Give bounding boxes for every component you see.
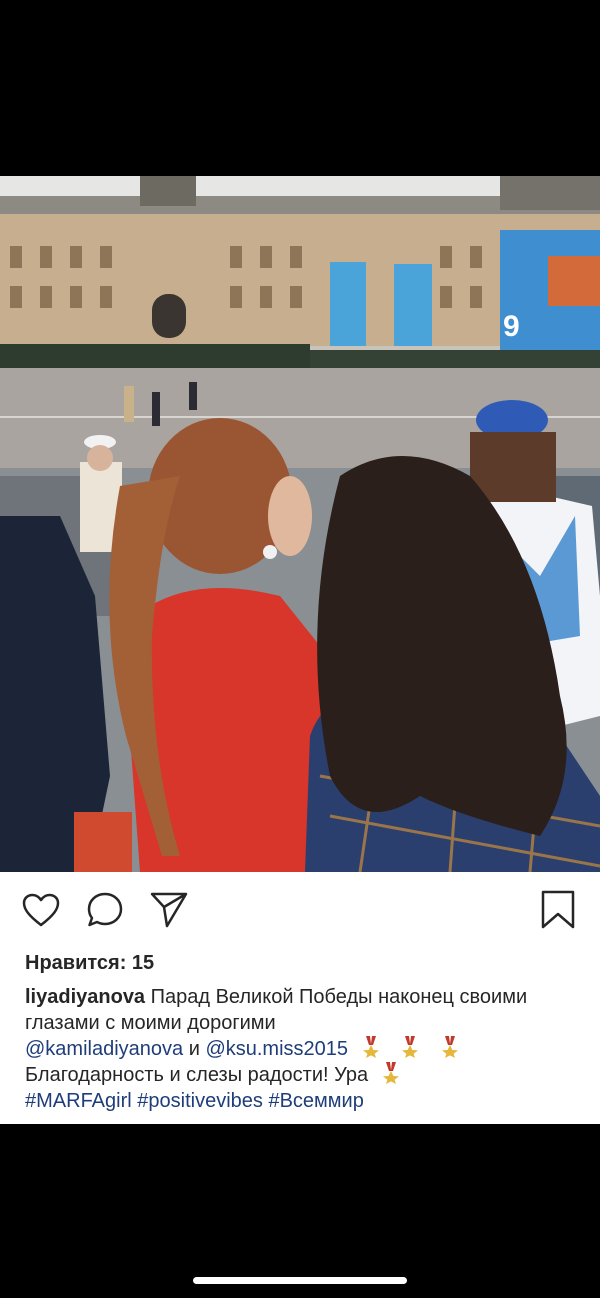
medal-icon [402, 1036, 419, 1058]
caption-conj: и [183, 1038, 206, 1060]
caption-username[interactable]: liyadiyanova [25, 986, 145, 1008]
hashtag-link-3[interactable]: #Всеммир [268, 1090, 363, 1112]
medal-icon [362, 1036, 379, 1058]
mention-link-2[interactable]: @ksu.miss2015 [205, 1038, 348, 1060]
medal-icon [382, 1062, 399, 1084]
heart-icon [22, 893, 60, 927]
likes-count[interactable]: Нравится: 15 [25, 952, 154, 975]
bookmark-icon [541, 890, 575, 929]
post-photo[interactable]: 9 [0, 176, 600, 872]
save-button[interactable] [538, 890, 578, 930]
medal-icon [441, 1036, 458, 1058]
hashtag-link-2[interactable]: #positivevibes [137, 1090, 263, 1112]
home-indicator[interactable] [193, 1277, 407, 1284]
send-icon [150, 892, 188, 928]
mention-link-1[interactable]: @kamiladiyanova [25, 1038, 183, 1060]
banner-number: 9 [503, 310, 520, 343]
share-button[interactable] [149, 890, 189, 930]
comment-button[interactable] [85, 890, 125, 930]
post-actions [0, 890, 600, 934]
top-black-bar [0, 0, 600, 176]
post-card: Нравится: 15 liyadiyanova Парад Великой … [0, 872, 600, 1124]
hashtag-link-1[interactable]: #MARFAgirl [25, 1090, 132, 1112]
like-button[interactable] [21, 890, 61, 930]
bottom-black-bar [0, 1124, 600, 1298]
comment-icon [87, 892, 123, 927]
post-caption: liyadiyanova Парад Великой Победы наконе… [25, 984, 585, 1114]
caption-text-2: Благодарность и слезы радости! Ура [25, 1064, 369, 1086]
